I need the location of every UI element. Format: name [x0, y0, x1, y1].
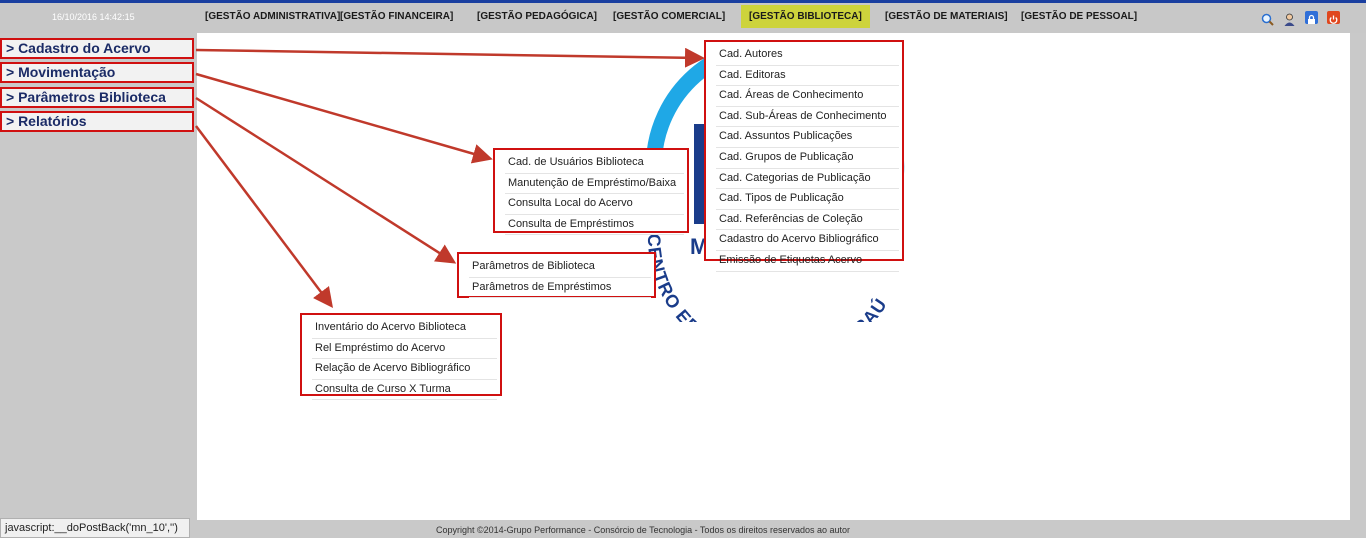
search-icon[interactable] [1261, 11, 1274, 26]
arrow-relatorios [195, 125, 334, 308]
arrow-movimentacao [195, 72, 493, 164]
menu-item-cad-areas-conhecimento[interactable]: Cad. Áreas de Conhecimento [716, 86, 899, 107]
menu-item-parametros-de-biblioteca[interactable]: Parâmetros de Biblioteca [469, 257, 651, 278]
right-scroll-gutter [1350, 33, 1366, 520]
menu-relatorios: Inventário do Acervo Biblioteca Rel Empr… [300, 313, 502, 401]
datetime-display: 16/10/2016 14:42:15 [52, 12, 135, 22]
menu-item-cad-usuarios-biblioteca[interactable]: Cad. de Usuários Biblioteca [505, 153, 684, 174]
nav-gestao-financeira[interactable]: [GESTÃO FINANCEIRA] [340, 11, 453, 22]
nav-gestao-de-materiais[interactable]: [GESTÃO DE MATERIAIS] [885, 11, 1008, 22]
menu-item-cad-editoras[interactable]: Cad. Editoras [716, 66, 899, 87]
user-icon[interactable] [1283, 11, 1296, 26]
menu-item-cad-autores[interactable]: Cad. Autores [716, 45, 899, 66]
nav-gestao-pedagogica[interactable]: [GESTÃO PEDAGÓGICA] [477, 11, 597, 22]
menu-item-cad-grupos-publicacao[interactable]: Cad. Grupos de Publicação [716, 148, 899, 169]
menu-item-rel-emprestimo-acervo[interactable]: Rel Empréstimo do Acervo [312, 339, 497, 360]
menu-item-manutencao-emprestimo[interactable]: Manutenção de Empréstimo/Baixa [505, 174, 684, 195]
nav-gestao-administrativa[interactable]: [GESTÃO ADMINISTRATIVA] [205, 11, 340, 22]
menu-item-inventario-acervo[interactable]: Inventário do Acervo Biblioteca [312, 318, 497, 339]
sidebar-item-parametros-biblioteca[interactable]: > Parâmetros Biblioteca [0, 87, 194, 108]
menu-item-cad-tipos-publicacao[interactable]: Cad. Tipos de Publicação [716, 189, 899, 210]
menu-cadastro-do-acervo: Cad. Autores Cad. Editoras Cad. Áreas de… [704, 40, 904, 272]
menu-item-consulta-curso-turma[interactable]: Consulta de Curso X Turma [312, 380, 497, 401]
menu-item-consulta-emprestimos[interactable]: Consulta de Empréstimos [505, 215, 684, 236]
menu-item-cad-referencias-colecao[interactable]: Cad. Referências de Coleção [716, 210, 899, 231]
menu-item-consulta-local-acervo[interactable]: Consulta Local do Acervo [505, 194, 684, 215]
menu-movimentacao: Cad. de Usuários Biblioteca Manutenção d… [493, 148, 689, 236]
menu-item-emissao-etiquetas-acervo[interactable]: Emissão de Etiquetas Acervo [716, 251, 899, 272]
menu-item-cad-assuntos-publicacoes[interactable]: Cad. Assuntos Publicações [716, 127, 899, 148]
nav-gestao-comercial[interactable]: [GESTÃO COMERCIAL] [613, 11, 725, 22]
menu-parametros-biblioteca: Parâmetros de Biblioteca Parâmetros de E… [457, 252, 656, 299]
menu-item-relacao-acervo-bibliografico[interactable]: Relação de Acervo Bibliográfico [312, 359, 497, 380]
nav-gestao-de-pessoal[interactable]: [GESTÃO DE PESSOAL] [1021, 11, 1137, 22]
top-navigation-bar: 16/10/2016 14:42:15 [GESTÃO ADMINISTRATI… [0, 3, 1366, 33]
menu-item-cadastro-acervo-bibliografico[interactable]: Cadastro do Acervo Bibliográfico [716, 230, 899, 251]
menu-item-cad-sub-areas-conhecimento[interactable]: Cad. Sub-Áreas de Conhecimento [716, 107, 899, 128]
footer-bar: Copyright ©2014-Grupo Performance - Cons… [0, 520, 1366, 538]
lock-icon[interactable] [1305, 11, 1318, 24]
power-icon[interactable] [1327, 11, 1340, 24]
arrow-cadastro [195, 47, 705, 68]
nav-gestao-biblioteca[interactable]: [GESTÃO BIBLIOTECA] [741, 5, 870, 28]
sidebar-item-movimentacao[interactable]: > Movimentação [0, 62, 194, 83]
menu-item-cad-categorias-publicacao[interactable]: Cad. Categorias de Publicação [716, 169, 899, 190]
sidebar-item-cadastro-do-acervo[interactable]: > Cadastro do Acervo [0, 38, 194, 59]
copyright-text: Copyright ©2014-Grupo Performance - Cons… [436, 525, 851, 535]
sidebar-item-relatorios[interactable]: > Relatórios [0, 111, 194, 132]
browser-status-bar: javascript:__doPostBack('mn_10','') [0, 518, 190, 538]
arrow-parametros [195, 96, 457, 264]
menu-item-parametros-de-emprestimos[interactable]: Parâmetros de Empréstimos [469, 278, 651, 299]
